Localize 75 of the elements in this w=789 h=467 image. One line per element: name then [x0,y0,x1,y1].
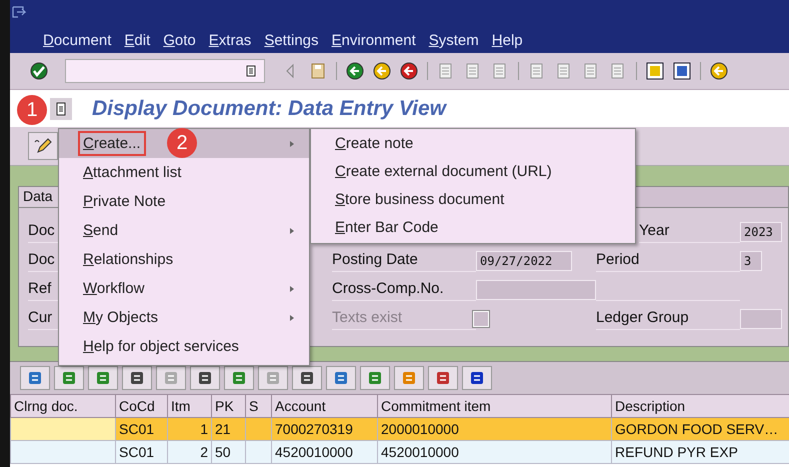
column-header[interactable]: Clrng doc. [10,394,116,418]
menu-item[interactable]: Private Note [59,187,309,216]
table-cell: GORDON FOOD SERV… [612,418,789,440]
total-button[interactable] [224,366,254,390]
window-icon[interactable] [12,6,26,18]
input-field[interactable] [740,308,782,328]
new-session-icon[interactable] [646,62,664,80]
column-header[interactable]: Account [272,394,378,418]
menu-item[interactable]: System [428,32,479,49]
menu-item[interactable]: Create... 2 [59,129,309,158]
save-icon[interactable] [309,62,327,80]
table-cell: 50 [212,440,246,464]
menu-item[interactable]: Document [43,32,112,49]
table-cell: REFUND PYR EXP [612,440,789,464]
menu-item[interactable]: My Objects [59,303,309,332]
menu-item[interactable]: Help [492,32,523,49]
column-header[interactable]: CoCd [116,394,168,418]
table-cell: 2000010000 [378,418,612,440]
menu-item[interactable]: Environment [332,32,416,49]
shortcut-icon[interactable] [673,62,691,80]
find-next-button[interactable] [156,366,186,390]
history-icon[interactable] [246,65,256,77]
column-header[interactable]: Commitment item [378,394,612,418]
set-filter-button[interactable] [190,366,220,390]
menu-item[interactable]: Settings [264,32,319,49]
menu-item[interactable]: Edit [124,32,150,49]
column-header[interactable]: S [246,394,272,418]
table-cell: 2 [168,440,212,464]
menu-item[interactable]: Relationships [59,245,309,274]
check-icon[interactable] [30,62,48,80]
input-field[interactable] [476,280,596,300]
change-button[interactable] [28,132,58,160]
layout-button[interactable] [394,366,424,390]
menu-item[interactable]: Extras [208,32,252,49]
step-badge: 2 [167,128,197,158]
sort-ascending-button[interactable] [54,366,84,390]
info-button[interactable] [462,366,492,390]
find-button[interactable] [122,366,152,390]
dropdown-icon[interactable] [54,102,68,116]
table-cell: 21 [212,418,246,440]
table-cell: 7000270319 [272,418,378,440]
column-header[interactable]: Itm [168,394,212,418]
menu-item[interactable]: Help for object services [59,332,309,361]
table-cell [246,440,272,464]
menu-item[interactable]: Goto [163,32,196,49]
export-file-button[interactable] [360,366,390,390]
filter-button[interactable] [88,366,118,390]
menu-item[interactable]: Attachment list [59,158,309,187]
command-field[interactable] [65,59,265,83]
input-field[interactable]: 09/27/2022 [476,250,572,270]
details-button[interactable] [20,366,50,390]
table-cell: SC01 [116,418,168,440]
input-field[interactable]: 2023 [740,222,782,242]
menu-item[interactable]: Store business document [311,185,635,213]
input-field[interactable]: 3 [740,250,762,270]
table-cell: SC01 [116,440,168,464]
table-cell: 4520010000 [378,440,612,464]
table-cell: 4520010000 [272,440,378,464]
menu-item[interactable]: Create note [311,129,635,157]
menu-item[interactable]: Send [59,216,309,245]
subtotal-button[interactable] [258,366,288,390]
menu-item[interactable]: Create external document (URL) [311,157,635,185]
table-cell [246,418,272,440]
menu-item[interactable]: Enter Bar Code [311,213,635,241]
column-header[interactable]: PK [212,394,246,418]
step-badge: 1 [17,95,47,125]
table-cell: 1 [168,418,212,440]
print-preview-button[interactable] [292,366,322,390]
export-button[interactable] [326,366,356,390]
pencil-icon [33,136,53,156]
menu-item[interactable]: Workflow [59,274,309,303]
chart-button[interactable] [428,366,458,390]
column-header[interactable]: Description [612,394,789,418]
checkbox[interactable] [473,310,489,326]
screen-title: Display Document: Data Entry View [92,96,446,120]
